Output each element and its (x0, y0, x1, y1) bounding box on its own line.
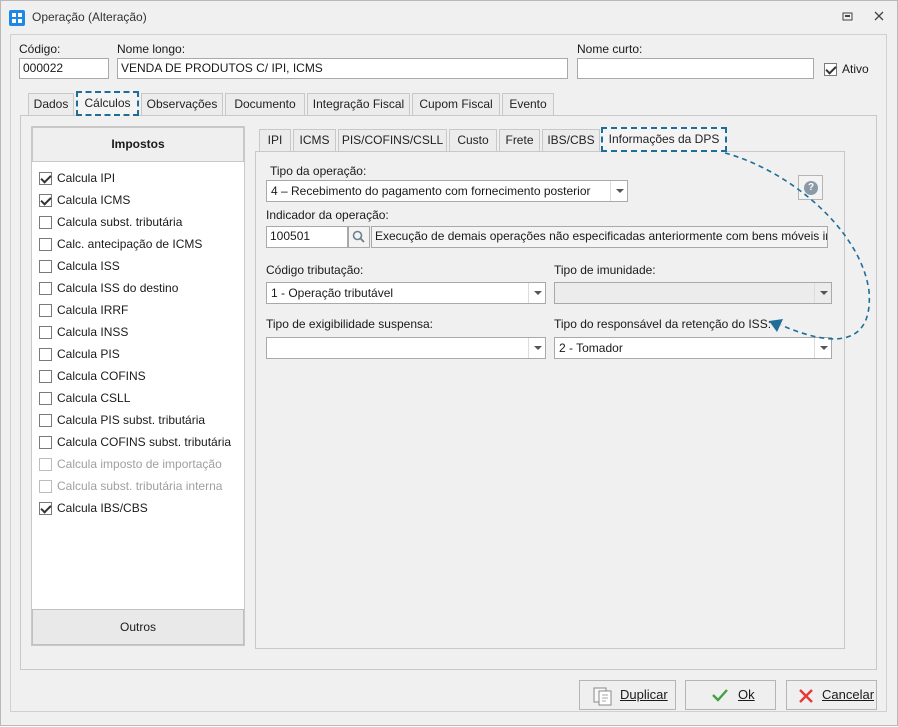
cancelar-label: Cancelar (822, 687, 875, 702)
duplicar-label: Duplicar (620, 687, 668, 702)
tab-informacoes-dps[interactable]: Informações da DPS (601, 127, 727, 152)
tab-calculos[interactable]: Cálculos (76, 91, 139, 116)
cancelar-button[interactable]: Cancelar (786, 680, 877, 710)
duplicar-button[interactable]: Duplicar (579, 680, 676, 710)
ok-button[interactable]: Ok (685, 680, 776, 710)
check-icon (712, 689, 728, 702)
operacao-window: Operação (Alteração) Código: 000022 Nome… (0, 0, 898, 726)
ok-label: Ok (738, 687, 755, 702)
cancel-icon (799, 689, 813, 703)
duplicate-icon (593, 687, 612, 706)
